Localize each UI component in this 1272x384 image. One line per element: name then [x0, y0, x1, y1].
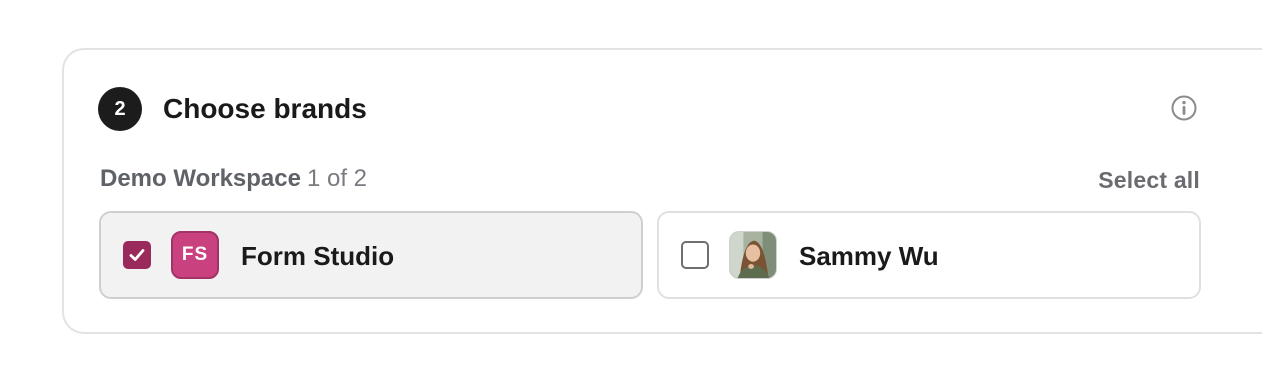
workspace-selection-count: 1 of 2 [306, 165, 368, 192]
select-all-button[interactable]: Select all [1098, 164, 1200, 196]
brand-option-sammy-wu[interactable]: Sammy Wu [657, 211, 1201, 299]
brand-name: Form Studio [241, 241, 395, 271]
brand-checkbox[interactable] [681, 241, 709, 269]
person-photo-icon [730, 232, 776, 278]
info-icon[interactable] [1170, 94, 1198, 122]
brand-name: Sammy Wu [799, 241, 939, 271]
section-title: Choose brands [163, 93, 367, 124]
checkmark-icon [129, 249, 145, 261]
workspace-name: Demo Workspace [100, 165, 301, 192]
brand-option-form-studio[interactable]: FS Form Studio [99, 211, 643, 299]
step-number-badge: 2 [98, 87, 142, 131]
avatar [729, 231, 777, 279]
brand-checkbox[interactable] [123, 241, 151, 269]
workspace-header: Demo Workspace 1 of 2 [100, 163, 367, 195]
brand-logo: FS [171, 231, 219, 279]
